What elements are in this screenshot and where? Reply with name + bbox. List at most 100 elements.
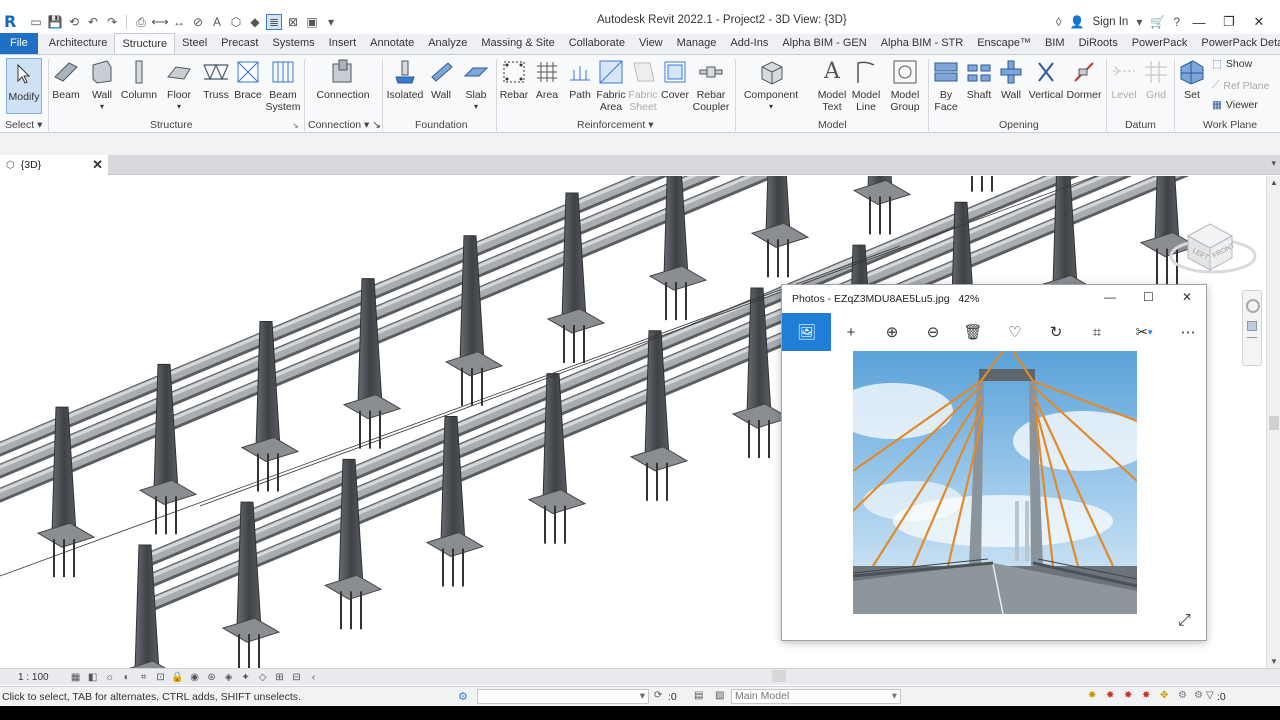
model-text-button[interactable]: A Model Text [816,57,848,114]
tab-manage[interactable]: Manage [670,33,724,54]
tab-analyze[interactable]: Analyze [421,33,474,54]
zoom-in-icon[interactable]: ⊕ [878,319,906,345]
scroll-left-icon[interactable]: ‹ [307,671,321,683]
tab-view[interactable]: View [632,33,670,54]
switch-windows-icon[interactable]: ▣ [304,14,320,30]
brace-button[interactable]: Brace [234,57,262,101]
temp-view-properties-icon[interactable]: ◈ [222,671,236,683]
delete-icon[interactable]: 🗑 [959,319,987,345]
vertical-scrollbar[interactable]: ▲ ▼ [1266,176,1280,668]
nav-bar-menu-icon[interactable] [1247,337,1257,343]
zoom-out-icon[interactable]: ⊖ [919,319,947,345]
text-icon[interactable]: A [209,14,225,30]
tab-enscape[interactable]: Enscape™ [970,33,1038,54]
shaft-button[interactable]: Shaft [964,57,994,101]
exclude-options-icon[interactable]: ▧ [715,690,724,701]
tab-menu-icon[interactable]: ▾ [1271,158,1276,169]
show-button[interactable]: ⬚ Show [1212,58,1252,70]
select-underlay-icon[interactable]: ✸ [1106,690,1114,701]
show-crop-icon[interactable]: ⊡ [154,671,168,683]
undo-icon[interactable]: ↶ [85,14,101,30]
tab-annotate[interactable]: Annotate [363,33,421,54]
filter-icon[interactable]: ▽ [1206,690,1214,701]
reveal-constraints-icon[interactable]: ⊞ [273,671,287,683]
rotate-icon[interactable]: ↻ [1042,319,1070,345]
settings-icon[interactable]: ⚙ [1194,690,1203,701]
area-button[interactable]: Area [533,57,561,101]
help-icon[interactable]: ? [1173,15,1180,29]
section-icon[interactable]: ◆ [247,14,263,30]
set-button[interactable]: Set [1178,57,1206,101]
cart-icon[interactable]: 🛒 [1150,15,1165,29]
thin-lines-icon[interactable]: ≣ [266,14,282,30]
print-icon[interactable]: ⎙ [133,14,149,30]
close-hidden-icon[interactable]: ⊠ [285,14,301,30]
scroll-down-icon[interactable]: ▼ [1270,657,1278,666]
model-line-button[interactable]: Model Line [850,57,882,113]
scroll-thumb[interactable] [1269,416,1279,430]
edit-icon[interactable]: ✂ ▾ [1124,319,1164,345]
editing-requests-icon[interactable]: ⟳ [654,690,662,701]
view-scale[interactable]: 1 : 100 [18,672,49,683]
model-group-button[interactable]: Model Group [887,57,923,113]
floor-button[interactable]: Floor ▾ [164,57,194,113]
rebar-coupler-button[interactable]: Rebar Coupler [693,57,729,113]
sun-path-icon[interactable]: ☼ [103,671,117,683]
hide-isolate-icon[interactable]: ◉ [188,671,202,683]
steering-wheel-icon[interactable] [1246,299,1260,313]
wall-button[interactable]: Wall ▾ [88,57,116,113]
save-icon[interactable]: 💾 [47,14,63,30]
expand-icon[interactable]: ⤢ [1178,612,1191,630]
dialog-launcher-icon[interactable]: ↘ [292,121,299,130]
3d-view-icon[interactable]: ⬡ [228,14,244,30]
restore-button[interactable]: ❐ [1218,14,1240,30]
add-icon[interactable]: + [837,319,865,345]
tab-systems[interactable]: Systems [265,33,321,54]
crop-icon[interactable]: ⌗ [1083,319,1111,345]
beam-system-button[interactable]: Beam System [266,57,301,113]
design-option-dropdown[interactable]: Main Model ▾ [731,689,901,704]
fabric-area-button[interactable]: Fabric Area [596,57,626,113]
scroll-up-icon[interactable]: ▲ [1270,178,1278,187]
tab-structure[interactable]: Structure [114,33,176,54]
view-image-icon[interactable]: 🖼 [782,313,831,351]
photos-window[interactable]: Photos - EZqZ3MDU8AE5Lu5.jpg 42% — ☐ ✕ 🖼… [781,284,1207,641]
tab-precast[interactable]: Precast [214,33,265,54]
analytical-model-icon[interactable]: ✦ [239,671,253,683]
connection-button[interactable]: Connection [314,57,372,101]
tab-insert[interactable]: Insert [322,33,364,54]
workset-dropdown[interactable]: ▾ [477,689,649,704]
foundation-wall-button[interactable]: Wall [428,57,454,101]
design-options-icon[interactable]: ▤ [694,690,703,701]
tab-file[interactable]: File [0,33,38,54]
search-icon[interactable]: ◊ [1056,15,1062,29]
tab-alpha-bim-gen[interactable]: Alpha BIM - GEN [775,33,873,54]
tab-diroots[interactable]: DiRoots [1072,33,1125,54]
tab-massing-site[interactable]: Massing & Site [474,33,561,54]
close-tab-icon[interactable]: ✕ [92,157,103,173]
opening-wall-button[interactable]: Wall [998,57,1024,101]
connection-group[interactable]: Connection ▾ ↘ [308,119,381,131]
view-tab-3d[interactable]: ⬡ {3D} ✕ [0,155,108,175]
select-by-face-icon[interactable]: ✸ [1142,690,1150,701]
close-button[interactable]: ✕ [1248,14,1270,30]
tab-collaborate[interactable]: Collaborate [562,33,632,54]
truss-button[interactable]: Truss [202,57,230,101]
tag-icon[interactable]: ⊘ [190,14,206,30]
view-cube[interactable]: LEFT FRONT [1168,212,1258,282]
slab-button[interactable]: Slab ▾ [462,57,490,113]
path-button[interactable]: Path [566,57,594,101]
shadows-icon[interactable]: ◐ [120,671,134,683]
more-icon[interactable]: ⋯ [1174,319,1202,345]
tab-bim[interactable]: BIM [1038,33,1072,54]
by-face-button[interactable]: By Face [932,57,960,113]
minimize-button[interactable]: — [1188,15,1210,30]
favorite-icon[interactable]: ♡ [1001,319,1029,345]
drag-elements-icon[interactable]: ✥ [1160,690,1168,701]
dimension-icon[interactable]: ↔ [171,14,187,30]
cover-button[interactable]: Cover [661,57,689,101]
detail-level-icon[interactable]: ▦ [69,671,83,683]
crop-view-icon[interactable]: ⌗ [137,671,151,683]
select-group[interactable]: Select ▾ [5,119,42,131]
redo-icon[interactable]: ↷ [104,14,120,30]
